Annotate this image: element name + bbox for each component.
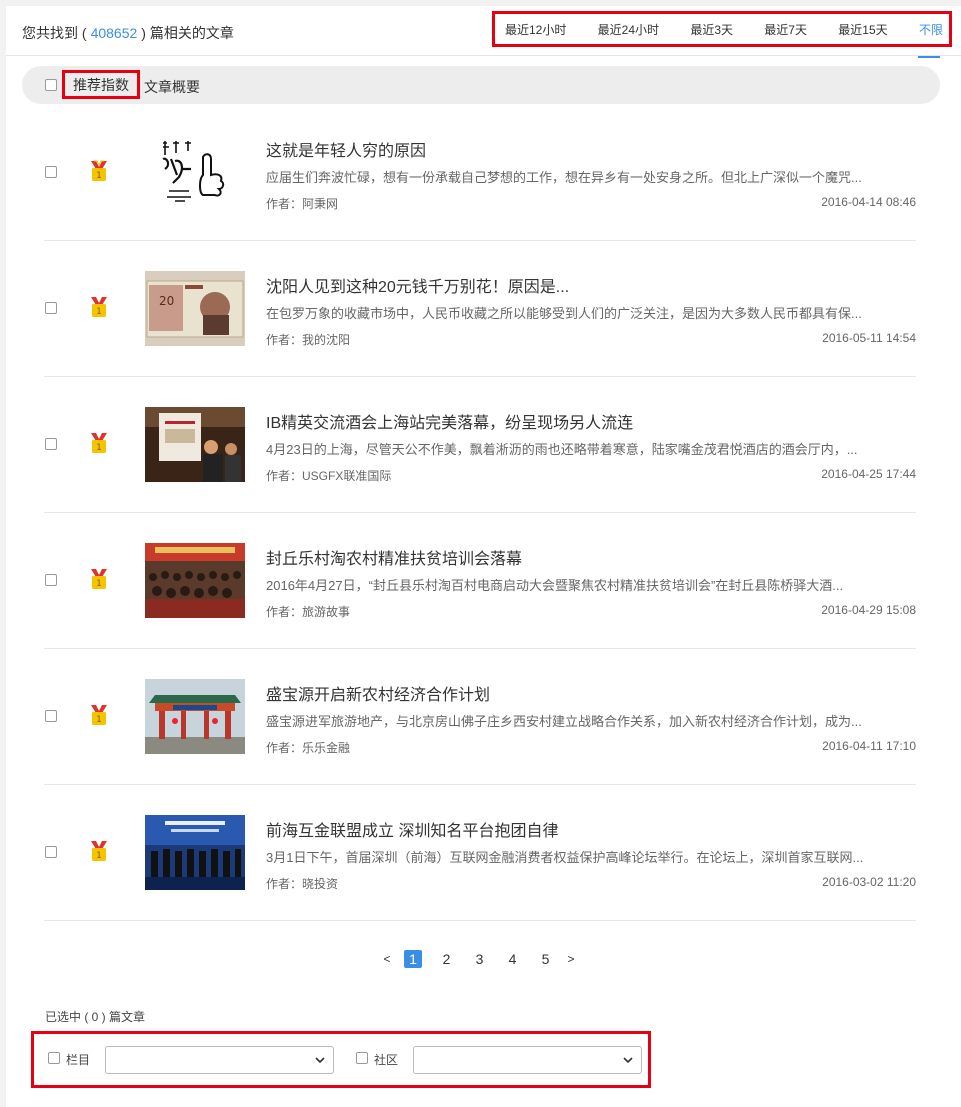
article-date: 2016-04-11 17:10 (822, 739, 916, 753)
chevron-down-icon (623, 1057, 633, 1064)
article-author: 作者：晓投资 (266, 877, 339, 891)
time-filter-3d[interactable]: 最近3天 (690, 21, 733, 38)
medal-number: 1 (96, 579, 102, 589)
article-item: 1 这就是年轻人穷的原因 应届生们奔波忙碌，想有一份承载自己梦想的工作，想在异乡… (44, 105, 916, 241)
medal-icon: 1 (91, 433, 107, 453)
page-3-button[interactable]: 3 (463, 951, 496, 967)
found-suffix: ) 篇相关的文章 (141, 25, 234, 41)
chevron-down-icon (315, 1057, 325, 1064)
article-date: 2016-05-11 14:54 (822, 331, 916, 345)
article-date: 2016-04-25 17:44 (821, 467, 916, 481)
article-summary: 3月1日下午，首届深圳（前海）互联网金融消费者权益保护高峰论坛举行。在论坛上，深… (266, 850, 864, 865)
medal-number: 1 (96, 715, 102, 725)
medal-number: 1 (96, 307, 102, 317)
article-date: 2016-03-02 11:20 (822, 875, 916, 889)
found-count: 408652 (90, 25, 138, 41)
medal-icon: 1 (91, 160, 107, 181)
article-title[interactable]: IB精英交流酒会上海站完美落幕，纷呈现场另人流连 (266, 409, 633, 433)
article-thumbnail[interactable] (145, 543, 245, 618)
banquet-image-icon (145, 407, 245, 482)
article-checkbox[interactable] (45, 302, 57, 314)
article-thumbnail[interactable]: 20 (145, 271, 245, 346)
article-thumbnail[interactable] (145, 407, 245, 482)
article-item: 1 IB精英交流酒会上海站完美落幕，纷呈现场另人流连 4月23日的上海，尽管天公… (44, 377, 916, 513)
article-thumbnail[interactable] (145, 679, 245, 754)
column-label: 栏目 (66, 1053, 91, 1067)
article-checkbox[interactable] (45, 166, 57, 178)
article-title[interactable]: 盛宝源开启新农村经济合作计划 (266, 681, 490, 705)
article-summary: 2016年4月27日，“封丘县乐村淘百村电商启动大会暨聚焦农村精准扶贫培训会”在… (266, 578, 844, 593)
page-2-button[interactable]: 2 (430, 951, 463, 967)
results-header: 您共找到 (408652) 篇相关的文章 最近12小时 最近24小时 最近3天 … (6, 6, 961, 56)
article-summary: 应届生们奔波忙碌，想有一份承载自己梦想的工作，想在异乡有一处安身之所。但北上广深… (266, 170, 862, 185)
meeting-image-icon (145, 543, 245, 618)
page-5-button[interactable]: 5 (529, 951, 562, 967)
page: 您共找到 (408652) 篇相关的文章 最近12小时 最近24小时 最近3天 … (6, 6, 961, 1107)
prev-page-button[interactable]: < (378, 952, 396, 966)
article-checkbox[interactable] (45, 574, 57, 586)
article-summary: 在包罗万象的收藏市场中，人民币收藏之所以能够受到人们的广泛关注，是因为大多数人民… (266, 306, 862, 321)
article-thumbnail[interactable] (145, 815, 245, 890)
time-filter-15d[interactable]: 最近15天 (838, 21, 887, 38)
gate-image-icon (145, 679, 245, 754)
article-checkbox[interactable] (45, 710, 57, 722)
article-date: 2016-04-14 08:46 (821, 195, 916, 209)
medal-icon: 1 (91, 841, 107, 861)
pagination: < 1 2 3 4 5 > (378, 949, 580, 969)
medal-number: 1 (96, 851, 102, 861)
article-author: 作者：阿秉网 (266, 197, 339, 211)
article-checkbox[interactable] (45, 846, 57, 858)
sort-summary-button[interactable]: 文章概要 (144, 77, 200, 97)
stage-image-icon (145, 815, 245, 890)
article-title[interactable]: 这就是年轻人穷的原因 (266, 137, 426, 161)
sort-bar: 推荐指数 文章概要 (22, 66, 940, 104)
publish-target-box: 栏目 社区 (31, 1031, 651, 1088)
article-item: 1 20 沈阳人见到这种20元钱千万别花！原因是... 在包罗万象的收藏市场中，… (44, 241, 916, 377)
article-item: 1 封丘乐村淘农村精准扶贫培训会落幕 2016年4月27日，“封丘县乐村淘百村电… (44, 513, 916, 649)
page-1-button[interactable]: 1 (404, 950, 422, 968)
active-filter-underline (918, 56, 940, 58)
community-label: 社区 (374, 1053, 399, 1067)
time-filter-unlimited[interactable]: 不限 (919, 21, 943, 38)
article-summary: 盛宝源进军旅游地产，与北京房山佛子庄乡西安村建立战略合作关系，加入新农村经济合作… (266, 714, 862, 729)
article-title[interactable]: 封丘乐村淘农村精准扶贫培训会落幕 (266, 545, 522, 569)
community-select[interactable] (413, 1046, 642, 1074)
article-thumbnail[interactable] (145, 135, 245, 210)
medal-icon: 1 (91, 297, 107, 317)
time-filter-12h[interactable]: 最近12小时 (505, 21, 566, 38)
sort-recommend-button[interactable]: 推荐指数 (62, 70, 140, 99)
found-prefix: 您共找到 ( (22, 25, 87, 41)
selected-count-text: 已选中 ( 0 ) 篇文章 (45, 1010, 146, 1024)
column-checkbox[interactable] (48, 1052, 60, 1064)
select-all-checkbox[interactable] (45, 79, 57, 91)
article-author: 作者：旅游故事 (266, 605, 351, 619)
results-count-text: 您共找到 (408652) 篇相关的文章 (22, 23, 234, 43)
article-title[interactable]: 沈阳人见到这种20元钱千万别花！原因是... (266, 273, 569, 297)
page-4-button[interactable]: 4 (496, 951, 529, 967)
article-summary: 4月23日的上海，尽管天公不作美，飘着淅沥的雨也还略带着寒意，陆家嘴金茂君悦酒店… (266, 442, 858, 457)
time-filter-bar: 最近12小时 最近24小时 最近3天 最近7天 最近15天 不限 (492, 11, 952, 47)
medal-icon: 1 (91, 705, 107, 725)
article-item: 1 盛宝源开启新农村经济合作计划 盛宝源进军旅游地产，与北京房山佛子庄乡西安村建… (44, 649, 916, 785)
time-filter-24h[interactable]: 最近24小时 (598, 21, 659, 38)
medal-number: 1 (96, 443, 102, 453)
time-filter-7d[interactable]: 最近7天 (764, 21, 807, 38)
calligraphy-image-icon (145, 135, 245, 210)
article-title[interactable]: 前海互金联盟成立 深圳知名平台抱团自律 (266, 817, 558, 841)
banknote-image-icon: 20 (145, 271, 245, 346)
article-author: 作者：乐乐金融 (266, 741, 351, 755)
banknote-figure-text: 20 (159, 294, 174, 308)
article-date: 2016-04-29 15:08 (821, 603, 916, 617)
article-author: 作者：我的沈阳 (266, 333, 351, 347)
article-checkbox[interactable] (45, 438, 57, 450)
next-page-button[interactable]: > (562, 952, 580, 966)
article-list: 1 这就是年轻人穷的原因 应届生们奔波忙碌，想有一份承载自己梦想的工作，想在异乡… (44, 105, 916, 921)
article-item: 1 前海互金联盟成立 深圳知名平台抱团自律 3月1日下午，首届深圳（前海）互联网… (44, 785, 916, 921)
medal-icon: 1 (91, 569, 107, 589)
column-select[interactable] (105, 1046, 334, 1074)
medal-number: 1 (96, 171, 102, 181)
community-checkbox[interactable] (356, 1052, 368, 1064)
article-author: 作者：USGFX联准国际 (266, 469, 392, 483)
